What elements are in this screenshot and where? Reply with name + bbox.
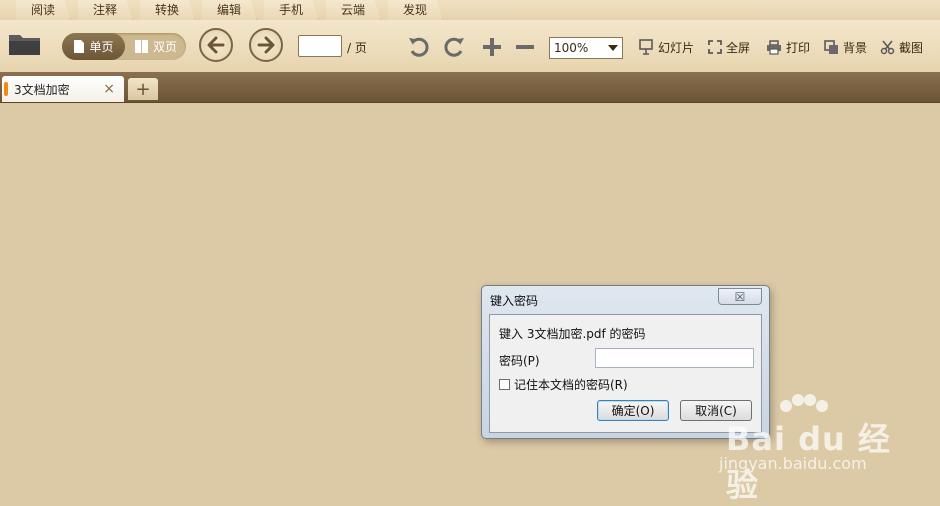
chevron-down-icon: [608, 45, 618, 51]
screenshot-button[interactable]: 截图: [880, 38, 923, 56]
password-prompt: 键入 3文档加密.pdf 的密码: [499, 327, 646, 341]
background-icon: [824, 39, 838, 54]
view-toggle: 单页 双页: [62, 33, 186, 60]
zoom-value: 100%: [554, 41, 589, 55]
projector-icon: [639, 39, 653, 55]
dialog-title: 键入密码: [490, 294, 539, 308]
close-tab-icon[interactable]: ×: [103, 81, 115, 97]
remember-password-label: 记住本文档的密码(R): [514, 378, 628, 392]
rotate-right-icon: [444, 37, 464, 57]
zoom-in-button[interactable]: [480, 35, 504, 59]
document-tab-strip: 3文档加密 × +: [0, 72, 940, 103]
double-page-label: 双页: [152, 40, 177, 54]
page-number-input[interactable]: [298, 35, 342, 57]
arrow-left-icon: [207, 36, 225, 54]
fullscreen-button[interactable]: 全屏: [708, 38, 750, 56]
background-label: 背景: [843, 40, 868, 55]
slideshow-button[interactable]: 幻灯片: [638, 38, 694, 56]
document-tab[interactable]: 3文档加密 ×: [2, 76, 124, 102]
menu-tab-discover[interactable]: 发现: [388, 0, 443, 20]
toolbar: 单页 双页 / 页 100% 幻灯片 全屏 打印 背景 截图: [0, 20, 940, 72]
screenshot-label: 截图: [899, 40, 924, 55]
slideshow-label: 幻灯片: [658, 40, 695, 55]
print-label: 打印: [786, 40, 811, 55]
scissors-icon: [880, 39, 895, 54]
remember-password-option[interactable]: 记住本文档的密码(R): [499, 376, 628, 393]
double-page-icon: [134, 40, 148, 53]
rotate-left-icon: [409, 37, 429, 57]
printer-icon: [767, 39, 781, 55]
single-page-label: 单页: [89, 40, 114, 54]
remember-password-checkbox[interactable]: [499, 379, 510, 390]
next-page-button[interactable]: [249, 28, 283, 62]
fullscreen-icon: [708, 40, 722, 54]
menu-tab-mobile[interactable]: 手机: [264, 0, 319, 20]
active-tab-indicator: [4, 82, 8, 96]
arrow-right-icon: [257, 36, 275, 54]
previous-page-button[interactable]: [199, 28, 233, 62]
background-button[interactable]: 背景: [824, 38, 867, 56]
double-page-button[interactable]: 双页: [125, 33, 186, 60]
menu-tab-cloud[interactable]: 云端: [326, 0, 381, 20]
folder-icon: [9, 35, 40, 55]
baidu-watermark: Bai du 经验 jingyan.baidu.com: [716, 392, 916, 504]
menu-bar: 阅读 注释 转换 编辑 手机 云端 发现: [0, 0, 940, 20]
dialog-close-button[interactable]: ☒: [718, 288, 762, 305]
single-page-icon: [74, 40, 85, 53]
single-page-button[interactable]: 单页: [62, 33, 125, 60]
open-folder-button[interactable]: [8, 31, 42, 57]
menu-tab-read[interactable]: 阅读: [16, 0, 71, 20]
minus-icon: [516, 45, 534, 49]
rotate-left-button[interactable]: [406, 34, 432, 60]
password-label: 密码(P): [499, 354, 540, 368]
menu-tab-convert[interactable]: 转换: [140, 0, 195, 20]
plus-icon: [483, 38, 501, 56]
ok-button[interactable]: 确定(O): [597, 400, 669, 421]
menu-tab-edit[interactable]: 编辑: [202, 0, 257, 20]
add-tab-button[interactable]: +: [128, 78, 158, 100]
rotate-right-button[interactable]: [441, 34, 467, 60]
zoom-select[interactable]: 100%: [549, 37, 623, 59]
password-input[interactable]: [595, 348, 754, 368]
close-icon: ☒: [734, 289, 746, 304]
menu-tab-annotate[interactable]: 注释: [78, 0, 133, 20]
page-suffix-label: / 页: [347, 41, 367, 55]
zoom-out-button[interactable]: [513, 35, 537, 59]
print-button[interactable]: 打印: [766, 38, 810, 56]
document-tab-title: 3文档加密: [14, 82, 70, 97]
fullscreen-label: 全屏: [726, 40, 751, 55]
watermark-url: jingyan.baidu.com: [719, 454, 867, 473]
